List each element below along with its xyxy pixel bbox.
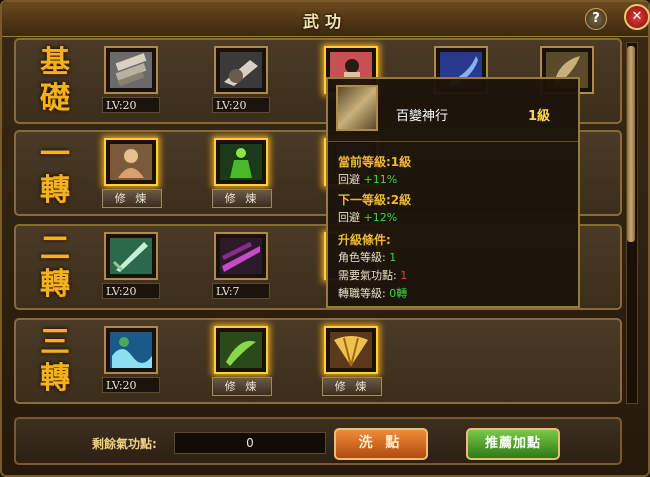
row-label-char: 三 bbox=[40, 325, 70, 360]
close-icon: ✕ bbox=[631, 9, 643, 24]
skill-icon-frame[interactable] bbox=[104, 326, 158, 374]
title-bar[interactable]: 武功 ? ✕ bbox=[2, 2, 650, 37]
skill-level-label: LV:20 bbox=[102, 283, 160, 299]
current-stat: 回避 +11% bbox=[338, 171, 397, 187]
skill-level-label: LV:7 bbox=[212, 283, 270, 299]
recommend-points-button[interactable]: 推薦加點 bbox=[466, 428, 560, 460]
punch-icon bbox=[220, 52, 262, 88]
skill-icon-frame[interactable] bbox=[104, 138, 158, 186]
skill-icon-frame[interactable] bbox=[104, 232, 158, 280]
help-button[interactable]: ? bbox=[585, 8, 607, 30]
row-label-char: 礎 bbox=[40, 81, 70, 116]
feather-icon bbox=[336, 85, 378, 131]
skill-icon-frame[interactable] bbox=[214, 232, 268, 280]
stat-value: +12% bbox=[363, 211, 398, 224]
req-value: 0轉 bbox=[389, 287, 408, 300]
scroll-bundle-icon bbox=[110, 52, 152, 88]
close-button[interactable]: ✕ bbox=[624, 4, 650, 30]
skill-level-label: LV:20 bbox=[212, 97, 270, 113]
requirement-line: 轉職等級: 0轉 bbox=[338, 285, 407, 301]
stat-name: 回避 bbox=[338, 211, 360, 224]
tooltip-header: 百變神行 1級 bbox=[328, 79, 578, 142]
row-label-char: 轉 bbox=[40, 173, 70, 208]
green-warrior-icon bbox=[220, 144, 262, 180]
train-button[interactable]: 修 煉 bbox=[102, 189, 162, 208]
current-level-header: 當前等級:1級 bbox=[338, 155, 412, 169]
next-level-header: 下一等級:2級 bbox=[338, 193, 412, 207]
skill-icon-frame[interactable] bbox=[214, 46, 268, 94]
skill-icon-frame[interactable] bbox=[214, 326, 268, 374]
row-label-char: 二 bbox=[40, 231, 70, 266]
window-title: 武功 bbox=[302, 12, 347, 31]
purple-slash-icon bbox=[220, 238, 262, 274]
water-wave-icon bbox=[110, 332, 152, 368]
requirement-line: 角色等級: 1 bbox=[338, 249, 396, 265]
bottom-bar: 剩餘氣功點: 0 洗 點 推薦加點 bbox=[14, 417, 622, 465]
row-label-char: 轉 bbox=[40, 267, 70, 302]
golden-fan-icon bbox=[330, 332, 372, 368]
meditating-monk-icon bbox=[110, 144, 152, 180]
green-kick-icon bbox=[220, 332, 262, 368]
next-stat: 回避 +12% bbox=[338, 209, 397, 225]
remaining-points-label: 剩餘氣功點: bbox=[92, 437, 157, 451]
stat-value: +11% bbox=[363, 173, 398, 186]
req-label: 需要氣功點: bbox=[338, 269, 397, 282]
req-label: 轉職等級: bbox=[338, 287, 386, 300]
row-label-char: 基 bbox=[40, 45, 70, 80]
req-label: 角色等級: bbox=[338, 251, 386, 264]
green-sword-icon bbox=[110, 238, 152, 274]
row-label-char: 轉 bbox=[40, 361, 70, 396]
scrollbar-thumb[interactable] bbox=[627, 46, 635, 242]
skill-row-third-job: 三 轉 LV:20 修 煉 修 煉 bbox=[14, 318, 622, 404]
upgrade-requirements-header: 升級條件: bbox=[338, 233, 391, 247]
requirement-line: 需要氣功點: 1 bbox=[338, 267, 407, 283]
tooltip-skill-name: 百變神行 bbox=[396, 109, 449, 124]
row-label-char: 一 bbox=[40, 137, 70, 172]
reset-points-button[interactable]: 洗 點 bbox=[334, 428, 428, 460]
train-button[interactable]: 修 煉 bbox=[322, 377, 382, 396]
skill-level-label: LV:20 bbox=[102, 97, 160, 113]
skill-level-label: LV:20 bbox=[102, 377, 160, 393]
tooltip-skill-level: 1級 bbox=[528, 109, 551, 124]
skill-icon-frame[interactable] bbox=[104, 46, 158, 94]
req-value: 1 bbox=[400, 269, 408, 282]
skill-window: 武功 ? ✕ 基 礎 LV:20 LV:20 一 轉 修 煉 修 煉 二 轉 L… bbox=[0, 0, 650, 477]
question-icon: ? bbox=[592, 11, 600, 26]
req-value: 1 bbox=[389, 251, 397, 264]
train-button[interactable]: 修 煉 bbox=[212, 377, 272, 396]
skill-tooltip: 百變神行 1級 當前等級:1級 回避 +11% 下一等級:2級 回避 +12% … bbox=[326, 77, 580, 308]
remaining-points-value: 0 bbox=[174, 432, 326, 454]
skill-icon-frame[interactable] bbox=[324, 326, 378, 374]
stat-name: 回避 bbox=[338, 173, 360, 186]
train-button[interactable]: 修 煉 bbox=[212, 189, 272, 208]
skill-icon-frame[interactable] bbox=[214, 138, 268, 186]
